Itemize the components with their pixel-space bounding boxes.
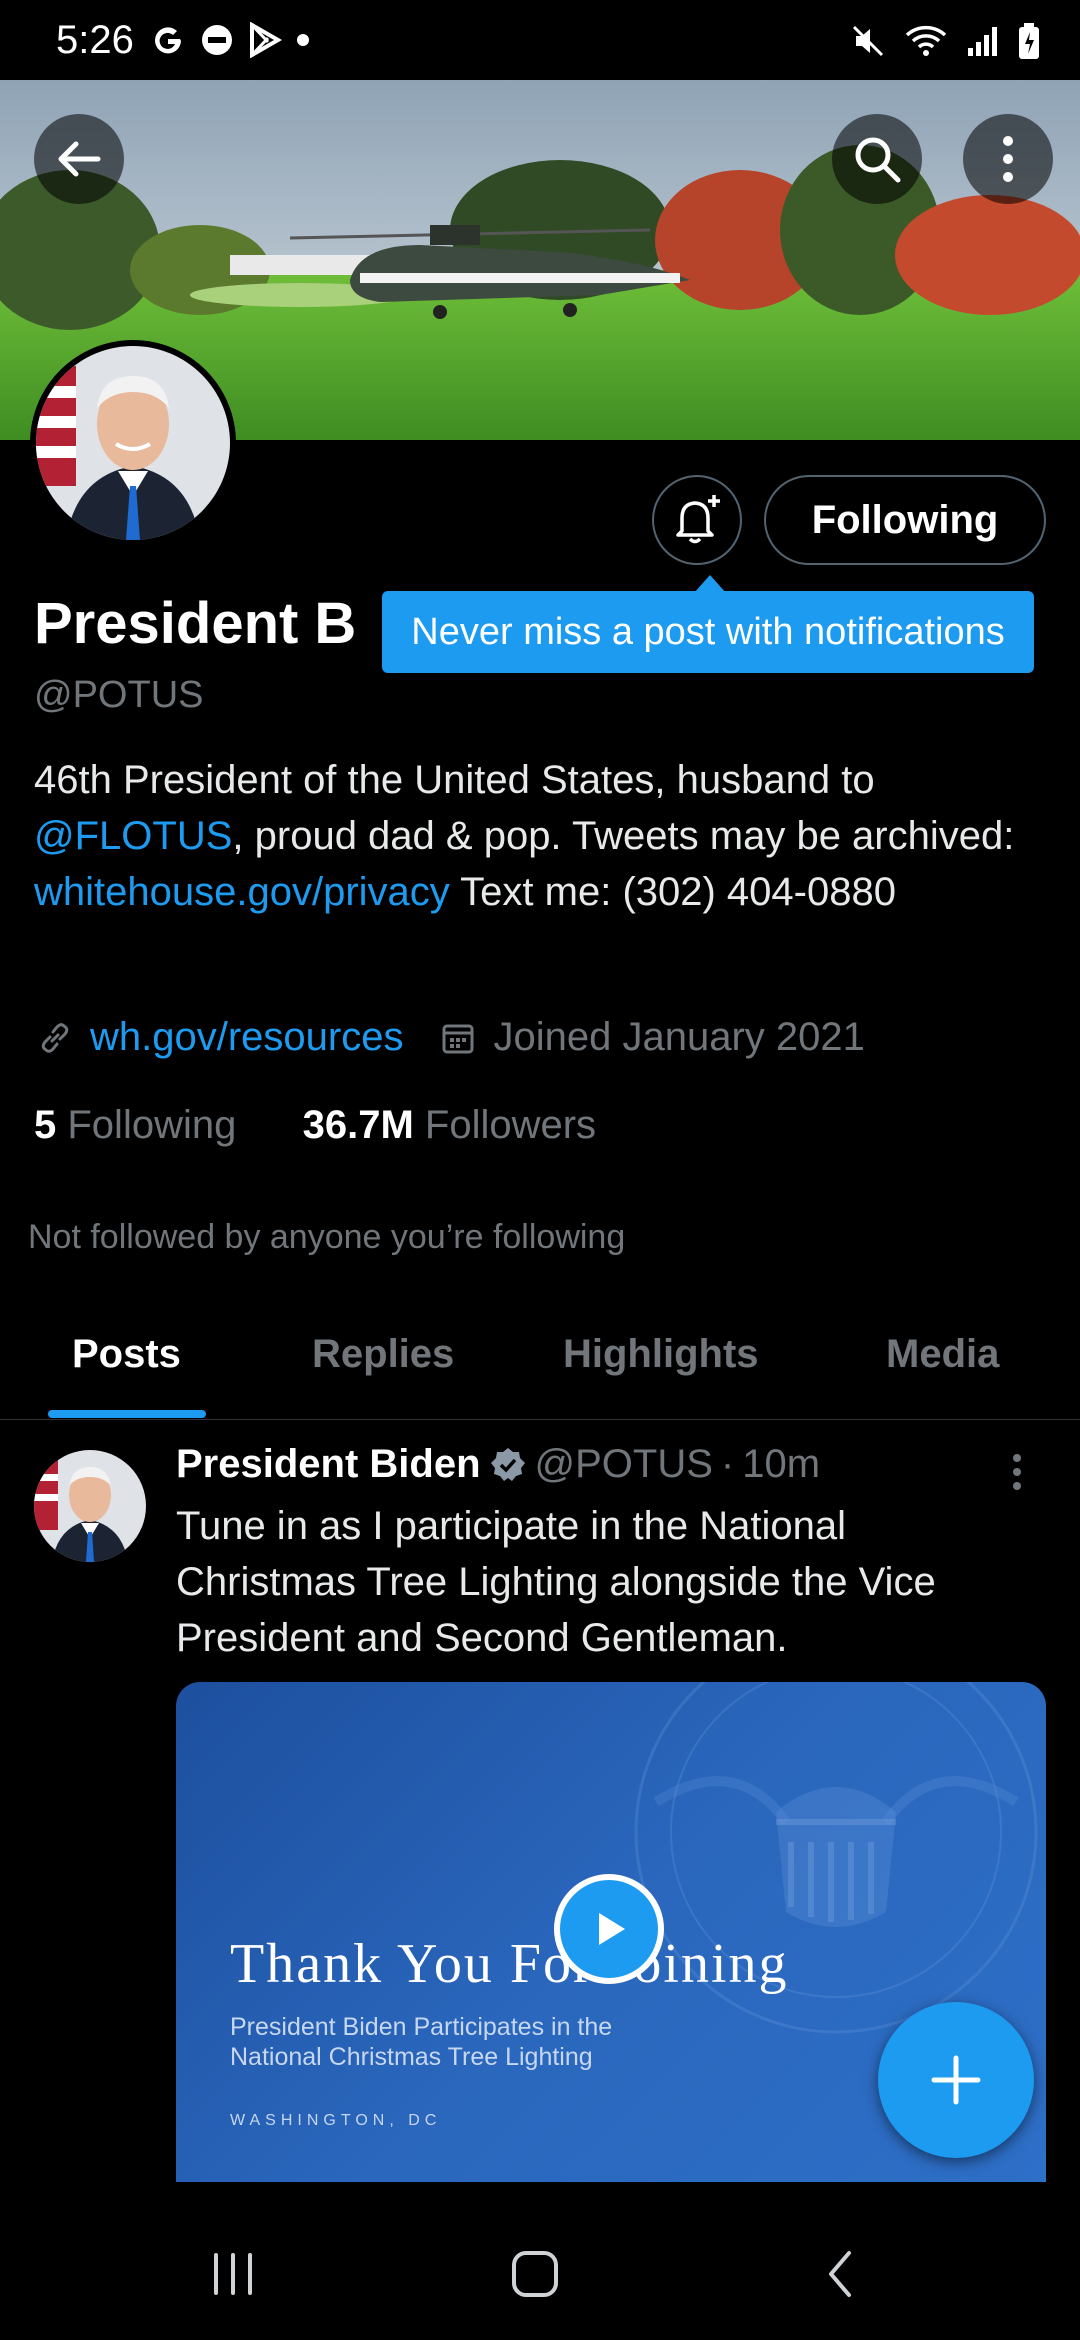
post-author-name[interactable]: President Biden	[176, 1442, 481, 1487]
verified-badge-icon	[489, 1446, 527, 1484]
post-more-button[interactable]	[1010, 1452, 1024, 1497]
tab-highlights[interactable]: Highlights	[563, 1332, 759, 1377]
play-store-icon	[248, 22, 282, 58]
bio-text: 46th President of the United States, hus…	[34, 758, 875, 802]
google-icon	[150, 22, 186, 58]
profile-meta: wh.gov/resources Joined January 2021	[34, 1015, 865, 1060]
recent-apps-button[interactable]	[183, 2244, 283, 2304]
post-avatar[interactable]	[34, 1450, 146, 1562]
following-button[interactable]: Following	[764, 475, 1046, 565]
status-left-icons	[150, 22, 310, 58]
link-icon	[34, 1017, 76, 1059]
recent-apps-icon	[214, 2253, 252, 2295]
profile-tabs: Posts Replies Highlights Media	[0, 1310, 1080, 1420]
signal-icon	[966, 24, 1000, 58]
active-tab-indicator	[48, 1410, 206, 1418]
more-vertical-icon	[1013, 1454, 1021, 1490]
chevron-left-icon	[829, 2251, 851, 2297]
bell-plus-icon	[676, 495, 720, 544]
following-count-link[interactable]: 5 Following	[34, 1103, 236, 1147]
home-icon	[512, 2251, 558, 2297]
profile-bio: 46th President of the United States, hus…	[34, 752, 1034, 920]
wifi-icon	[904, 23, 948, 59]
dnd-icon	[200, 23, 234, 57]
following-count: 5	[34, 1103, 57, 1147]
status-time: 5:26	[56, 18, 134, 62]
dot-icon	[296, 33, 310, 47]
notifications-button[interactable]	[652, 475, 742, 565]
followers-count-link[interactable]: 36.7M Followers	[303, 1103, 596, 1147]
search-icon	[855, 137, 901, 183]
not-followed-note: Not followed by anyone you’re following	[28, 1218, 626, 1256]
compose-post-button[interactable]	[878, 2002, 1034, 2158]
battery-icon	[1018, 22, 1040, 60]
follow-counts: 5 Following 36.7M Followers	[34, 1103, 596, 1148]
post-separator: ·	[720, 1442, 735, 1486]
video-subtitle: President Biden Participates in the Nati…	[230, 2013, 613, 2071]
play-icon	[599, 1913, 625, 1945]
post-handle: @POTUS	[534, 1442, 713, 1486]
post-header: President Biden @POTUS · 10m	[176, 1442, 820, 1487]
plus-icon	[931, 2055, 981, 2105]
website-link[interactable]: wh.gov/resources	[90, 1015, 403, 1060]
more-vertical-icon	[1003, 136, 1013, 182]
arrow-left-icon	[58, 141, 101, 177]
followers-label: Followers	[424, 1103, 597, 1147]
bio-text: Text me: (302) 404-0880	[449, 870, 896, 914]
post-time: 10m	[742, 1442, 821, 1486]
video-location: WASHINGTON, DC	[230, 2112, 442, 2129]
mute-icon	[850, 23, 886, 59]
bio-text: , proud dad & pop. Tweets may be archive…	[232, 814, 1015, 858]
profile-display-name: President B	[34, 591, 357, 656]
notifications-tooltip[interactable]: Never miss a post with notifications	[382, 591, 1034, 673]
joined-date: Joined January 2021	[493, 1015, 865, 1059]
back-button[interactable]	[34, 114, 124, 204]
followers-count: 36.7M	[302, 1103, 414, 1147]
bio-privacy-link[interactable]: whitehouse.gov/privacy	[34, 870, 450, 914]
tab-posts[interactable]: Posts	[72, 1332, 181, 1377]
calendar-icon	[437, 1017, 479, 1059]
post-text: Tune in as I participate in the National…	[176, 1504, 936, 1660]
video-title: Thank You For Joining	[230, 1933, 789, 1995]
search-button[interactable]	[832, 114, 922, 204]
tab-media[interactable]: Media	[886, 1332, 999, 1377]
more-options-button[interactable]	[963, 114, 1053, 204]
system-back-button[interactable]	[790, 2244, 890, 2304]
bio-mention-link[interactable]: @FLOTUS	[34, 814, 232, 858]
home-button[interactable]	[485, 2244, 585, 2304]
play-button[interactable]	[554, 1874, 664, 1984]
profile-avatar[interactable]	[30, 340, 236, 546]
status-right-icons	[850, 22, 1040, 60]
status-bar: 5:26	[0, 0, 1080, 80]
system-navigation-bar	[0, 2200, 1080, 2340]
profile-handle: @POTUS	[34, 674, 204, 716]
following-label: Following	[67, 1103, 237, 1147]
tab-replies[interactable]: Replies	[312, 1332, 454, 1377]
